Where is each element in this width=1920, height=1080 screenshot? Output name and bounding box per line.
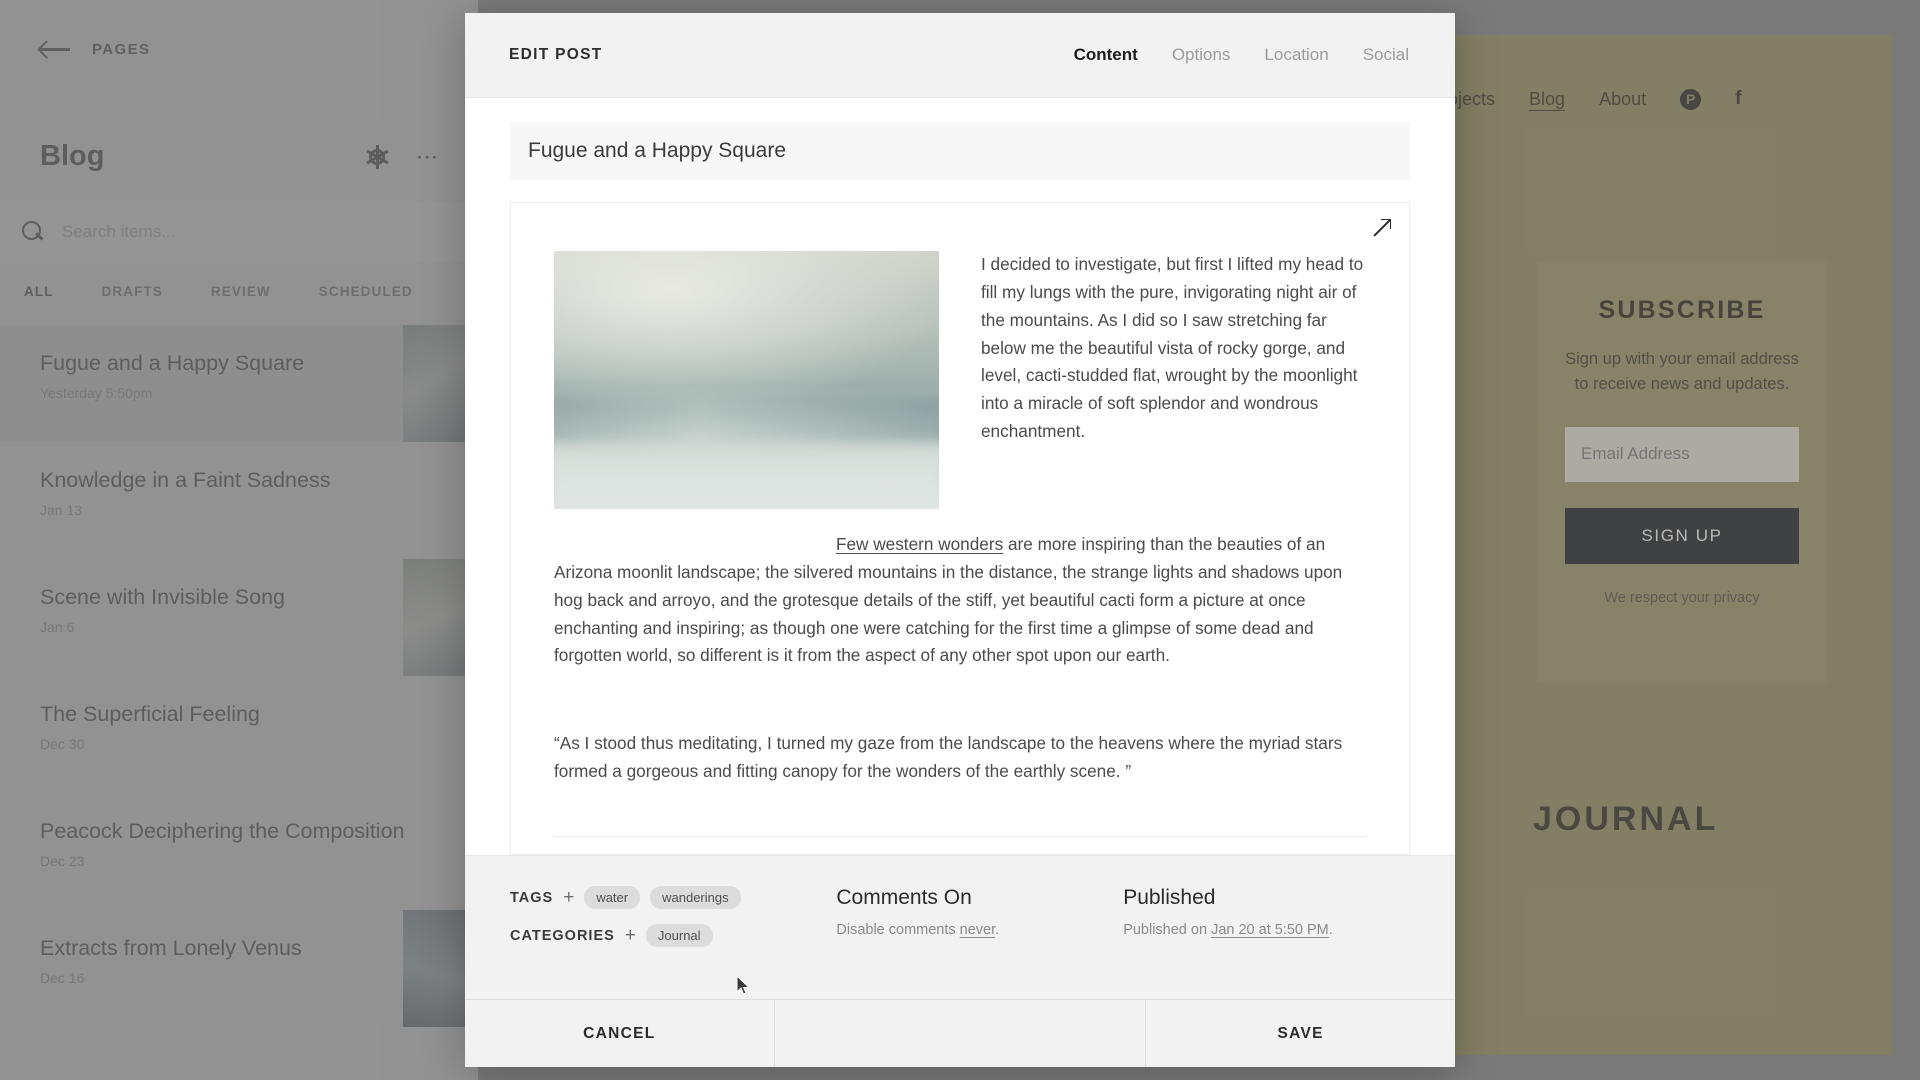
filter-tab-scheduled[interactable]: SCHEDULED — [295, 265, 437, 317]
gear-icon[interactable] — [365, 144, 389, 169]
pinterest-icon[interactable]: P — [1680, 88, 1702, 110]
list-item-date: Jan 6 — [40, 619, 75, 635]
list-item-date: Dec 23 — [40, 853, 85, 869]
list-item-title: Scene with Invisible Song — [40, 585, 286, 609]
comments-sub-suffix: . — [995, 922, 1000, 938]
list-item[interactable]: Knowledge in a Faint Sadness Jan 13 — [0, 442, 478, 559]
comments-block: Comments On Disable comments never. — [836, 886, 1123, 938]
modal-tabs: Content Options Location Social — [1074, 45, 1409, 65]
list-item[interactable]: Scene with Invisible Song Jan 6 — [0, 559, 478, 676]
add-category-icon[interactable]: + — [625, 926, 636, 945]
post-image[interactable] — [554, 251, 939, 509]
sign-up-button[interactable]: SIGN UP — [1565, 507, 1799, 564]
comments-subtext: Disable comments never. — [836, 922, 1123, 938]
subscribe-description: Sign up with your email address to recei… — [1565, 350, 1799, 393]
filter-tab-drafts[interactable]: DRAFTS — [78, 265, 187, 317]
save-button[interactable]: SAVE — [1146, 1000, 1455, 1067]
list-item-date: Dec 30 — [40, 736, 85, 752]
tab-location[interactable]: Location — [1264, 45, 1328, 65]
filter-tab-all[interactable]: ALL — [0, 265, 78, 317]
site-nav: Projects Blog About P f — [1430, 88, 1741, 110]
tags-label: TAGS — [510, 889, 554, 906]
list-item-date: Dec 16 — [40, 970, 85, 986]
published-sub-link[interactable]: Jan 20 at 5:50 PM — [1211, 922, 1329, 938]
cancel-button[interactable]: CANCEL — [465, 1000, 774, 1067]
tag-chip[interactable]: water — [584, 886, 641, 909]
privacy-note: We respect your privacy — [1604, 589, 1760, 606]
published-heading: Published — [1123, 886, 1216, 909]
expand-icon[interactable] — [1373, 219, 1391, 237]
published-subtext: Published on Jan 20 at 5:50 PM. — [1123, 922, 1410, 938]
list-item[interactable]: Peacock Deciphering the Composition Dec … — [0, 793, 478, 910]
back-arrow-icon — [40, 40, 70, 58]
list-item-title: Peacock Deciphering the Composition — [40, 819, 405, 843]
inline-link[interactable]: Few western wonders — [836, 534, 1003, 554]
tab-social[interactable]: Social — [1363, 45, 1409, 65]
list-item[interactable]: The Superficial Feeling Dec 30 — [0, 676, 478, 793]
list-item-title: Extracts from Lonely Venus — [40, 936, 302, 960]
page-title: Blog — [40, 140, 105, 172]
filter-tab-review[interactable]: REVIEW — [187, 265, 295, 317]
category-chip[interactable]: Journal — [645, 924, 713, 947]
back-to-pages-label: PAGES — [92, 40, 151, 58]
journal-heading: JOURNAL — [1533, 800, 1719, 838]
body-paragraph-1: I decided to investigate, but first I li… — [981, 254, 1364, 442]
modal-actions: CANCEL SAVE — [465, 999, 1455, 1067]
action-spacer — [773, 1000, 1147, 1067]
tag-chip[interactable]: wanderings — [650, 886, 741, 909]
list-item-title: Fugue and a Happy Square — [40, 351, 305, 375]
search-icon — [22, 221, 44, 243]
modal-header: EDIT POST Content Options Location Socia… — [465, 13, 1455, 98]
subscribe-title: SUBSCRIBE — [1598, 296, 1766, 324]
tab-content[interactable]: Content — [1074, 45, 1138, 65]
list-item[interactable]: Extracts from Lonely Venus Dec 16 — [0, 910, 478, 1027]
comments-sub-link[interactable]: never — [960, 922, 995, 938]
post-list: Fugue and a Happy Square Yesterday 5:50p… — [0, 325, 478, 1027]
back-to-pages[interactable]: PAGES — [40, 40, 150, 58]
subscribe-card: SUBSCRIBE Sign up with your email addres… — [1537, 262, 1827, 682]
modal-title: EDIT POST — [509, 46, 603, 63]
categories-row: CATEGORIES + Journal — [510, 924, 836, 947]
edit-post-modal: EDIT POST Content Options Location Socia… — [465, 13, 1455, 1067]
list-item[interactable]: Fugue and a Happy Square Yesterday 5:50p… — [0, 325, 478, 442]
blog-header: Blog ⋯ — [40, 140, 440, 173]
list-item-title: The Superficial Feeling — [40, 702, 260, 726]
search-bar[interactable]: Search items... — [0, 202, 478, 262]
published-sub-prefix: Published on — [1123, 922, 1212, 938]
post-editor[interactable]: I decided to investigate, but first I li… — [510, 202, 1410, 855]
site-nav-blog[interactable]: Blog — [1529, 89, 1565, 110]
more-options-icon[interactable]: ⋯ — [416, 144, 440, 170]
tab-options[interactable]: Options — [1172, 45, 1231, 65]
post-title-input[interactable] — [510, 122, 1410, 180]
categories-label: CATEGORIES — [510, 927, 615, 944]
published-sub-suffix: . — [1328, 922, 1333, 938]
comments-sub-prefix: Disable comments — [836, 922, 960, 938]
search-input[interactable]: Search items... — [62, 222, 175, 242]
comments-heading: Comments On — [836, 886, 972, 909]
body-paragraph-2: Few western wonders are more inspiring t… — [554, 531, 1366, 670]
screen: PAGES Blog ⋯ Search items... ALL DRAFTS … — [0, 0, 1920, 1080]
tags-row: TAGS + water wanderings — [510, 886, 836, 909]
published-block: Published Published on Jan 20 at 5:50 PM… — [1123, 886, 1410, 938]
post-meta: TAGS + water wanderings CATEGORIES + Jou… — [465, 855, 1455, 999]
filter-tabs: ALL DRAFTS REVIEW SCHEDULED — [0, 265, 478, 317]
site-nav-about[interactable]: About — [1599, 89, 1646, 110]
list-item-date: Jan 13 — [40, 502, 83, 518]
editor-divider — [554, 836, 1366, 838]
add-tag-icon[interactable]: + — [563, 888, 574, 907]
cms-panel: PAGES Blog ⋯ Search items... ALL DRAFTS … — [0, 0, 478, 1080]
list-item-date: Yesterday 5:50pm — [40, 385, 153, 401]
email-field[interactable] — [1565, 426, 1799, 482]
facebook-icon[interactable]: f — [1735, 88, 1741, 110]
body-quote: “As I stood thus meditating, I turned my… — [554, 733, 1343, 782]
list-item-title: Knowledge in a Faint Sadness — [40, 468, 331, 492]
